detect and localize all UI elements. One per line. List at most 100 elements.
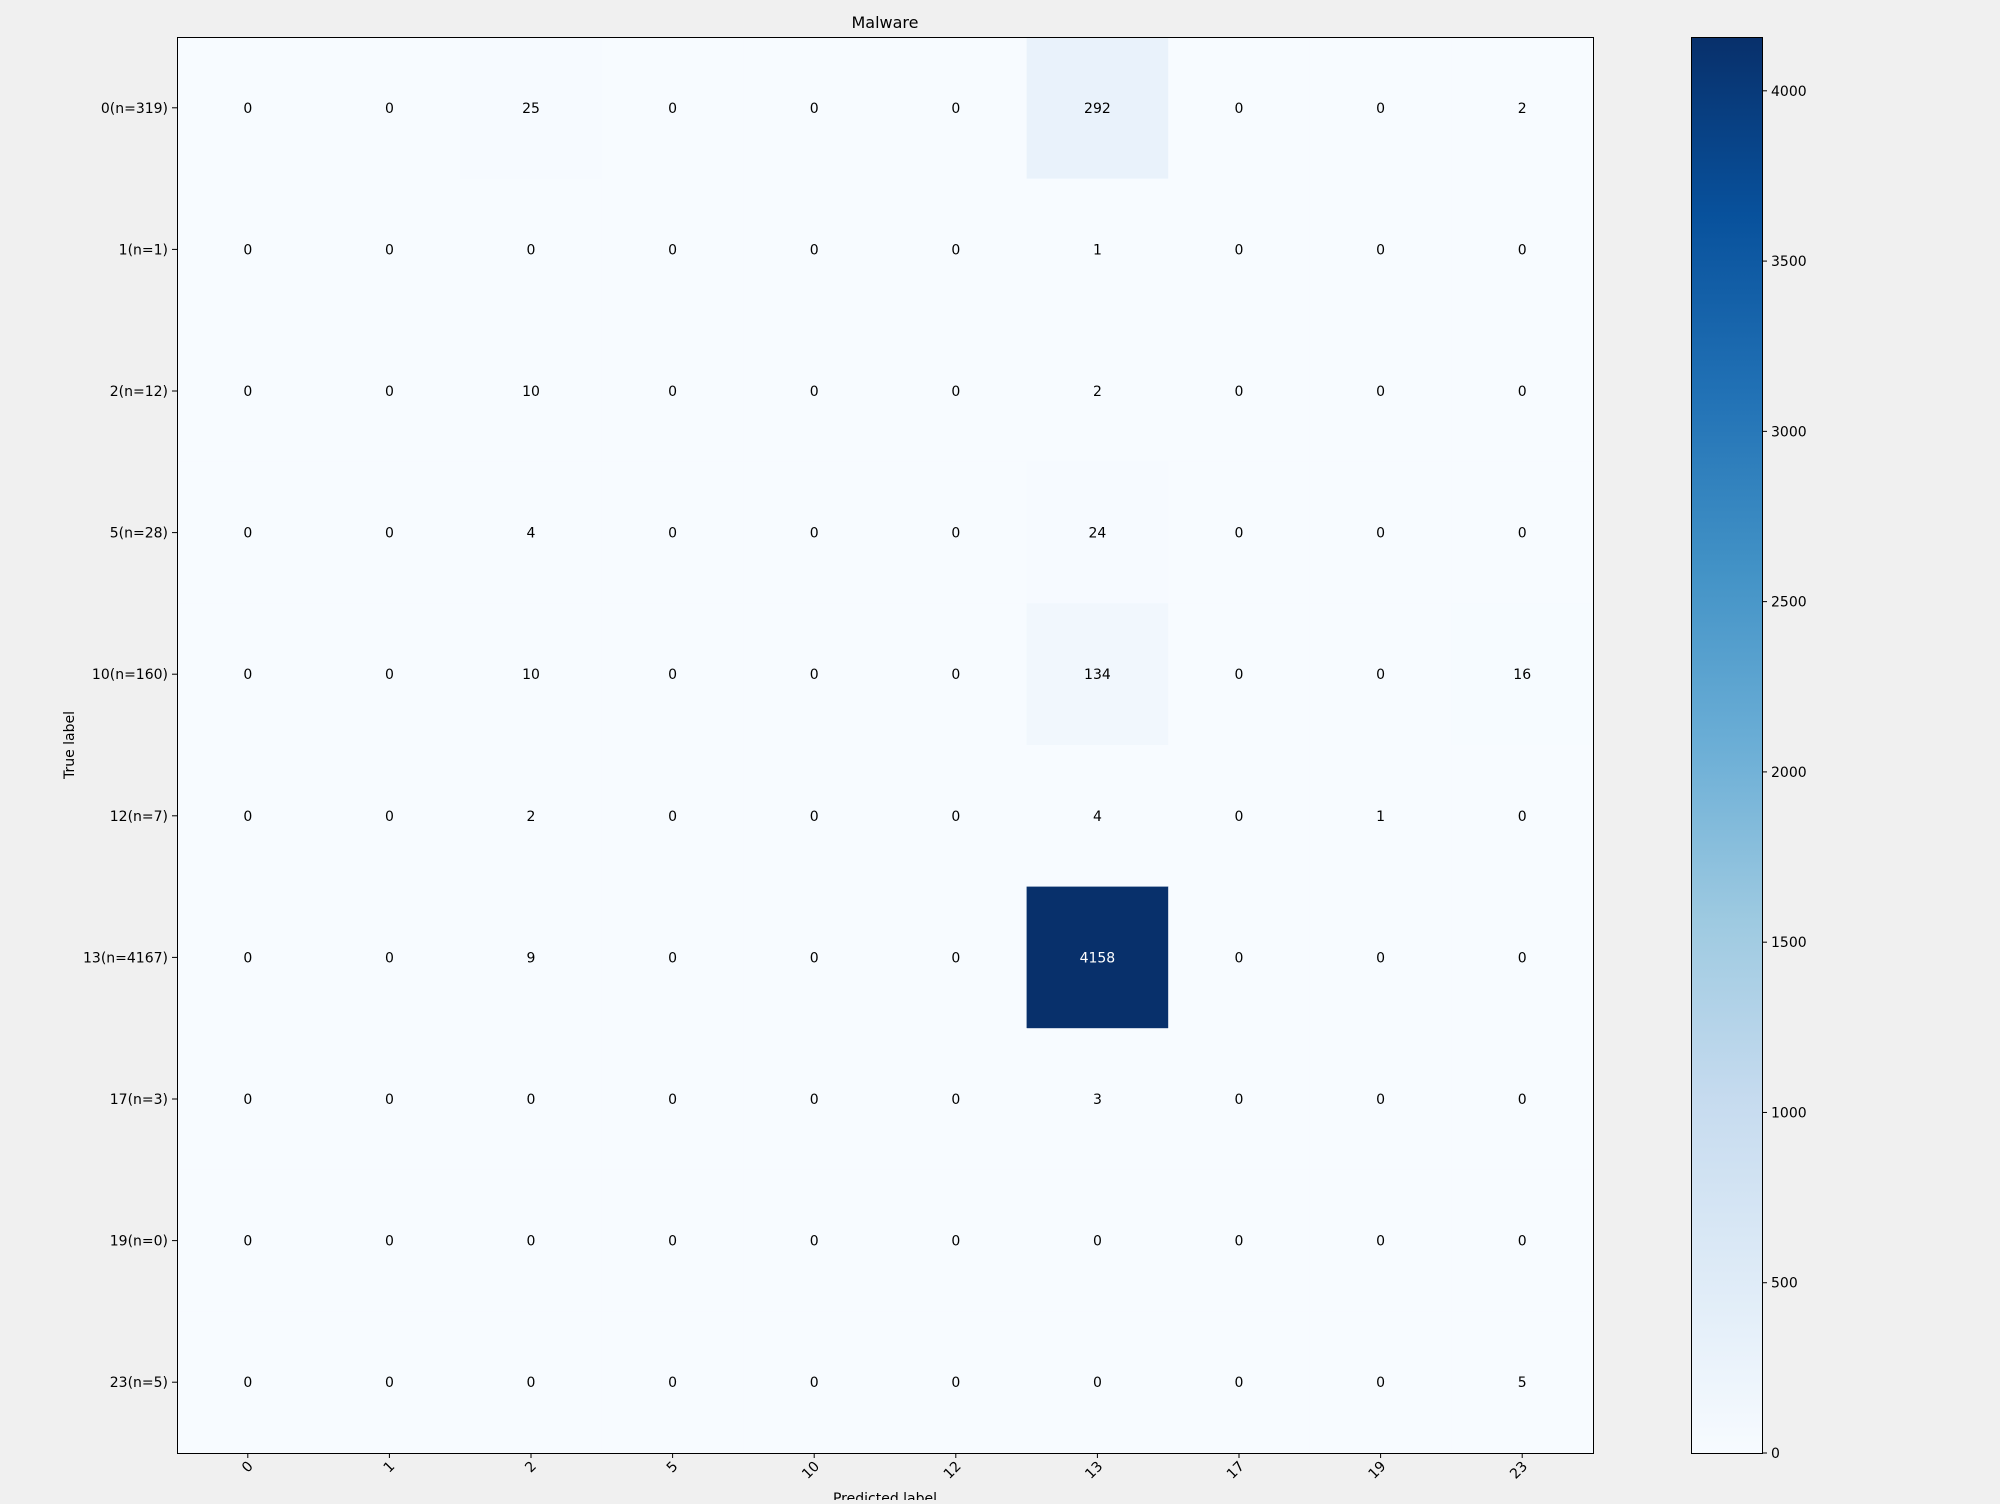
y-tick-label: 5(n=28) — [110, 526, 168, 542]
cell-value-label: 0 — [1235, 526, 1244, 542]
cell-value-label: 0 — [1235, 1092, 1244, 1108]
cell-value-label: 0 — [385, 526, 394, 542]
cell-value-label: 0 — [1235, 667, 1244, 683]
colorbar-tick-label: 2000 — [1771, 765, 1807, 781]
cell-value-label: 0 — [951, 242, 960, 258]
cell-value-label: 0 — [1235, 242, 1244, 258]
cell-value-label: 0 — [1376, 384, 1385, 400]
cell-value-label: 0 — [243, 667, 252, 683]
cell-value-label: 0 — [1376, 950, 1385, 966]
cell-value-label: 0 — [1376, 101, 1385, 117]
cell-value-label: 0 — [810, 1375, 819, 1391]
cell-value-label: 292 — [1084, 101, 1111, 117]
cell-value-label: 0 — [668, 384, 677, 400]
cell-value-label: 5 — [1518, 1375, 1527, 1391]
x-tick-label: 17 — [1224, 1459, 1248, 1483]
colorbar-tick-label: 1000 — [1771, 1105, 1807, 1121]
cell-value-label: 0 — [1093, 1375, 1102, 1391]
cell-value-label: 0 — [243, 1375, 252, 1391]
y-tick-label: 17(n=3) — [110, 1092, 168, 1108]
cell-value-label: 1 — [1093, 242, 1102, 258]
cell-value-label: 0 — [668, 1234, 677, 1250]
cell-value-label: 0 — [385, 950, 394, 966]
x-tick-label: 5 — [664, 1459, 682, 1477]
x-tick-label: 2 — [522, 1459, 540, 1477]
cell-value-label: 0 — [1376, 526, 1385, 542]
y-tick-label: 2(n=12) — [110, 384, 168, 400]
cell-value-label: 0 — [1235, 950, 1244, 966]
cell-value-label: 0 — [668, 1092, 677, 1108]
cell-value-label: 3 — [1093, 1092, 1102, 1108]
cell-value-label: 0 — [527, 242, 536, 258]
y-tick-label: 1(n=1) — [119, 242, 168, 258]
cell-value-label: 0 — [951, 384, 960, 400]
cell-value-label: 0 — [668, 1375, 677, 1391]
cell-value-label: 0 — [1376, 667, 1385, 683]
cell-value-label: 0 — [527, 1234, 536, 1250]
cell-value-label: 0 — [1376, 242, 1385, 258]
cell-value-label: 0 — [951, 667, 960, 683]
cell-value-label: 0 — [1518, 950, 1527, 966]
cell-value-label: 0 — [385, 1234, 394, 1250]
cell-value-label: 2 — [1093, 384, 1102, 400]
cell-value-label: 24 — [1088, 526, 1106, 542]
cell-value-label: 10 — [522, 667, 540, 683]
confusion-matrix-chart: Malware 0 0 25 0 0 0 292 0 0 20 0 0 0 0 0 1 0 0 00 0 10 0 0 0 2 0… — [62, 13, 1807, 1504]
cell-value-label: 0 — [810, 101, 819, 117]
cell-value-label: 0 — [243, 1092, 252, 1108]
cell-value-label: 0 — [951, 950, 960, 966]
cell-value-label: 0 — [1518, 1234, 1527, 1250]
cell-value-label: 0 — [527, 1375, 536, 1391]
cell-value-label: 0 — [385, 1092, 394, 1108]
colorbar-tick-label: 4000 — [1771, 84, 1807, 100]
colorbar-tick-label: 3000 — [1771, 424, 1807, 440]
cell-value-label: 0 — [810, 526, 819, 542]
cell-value-label: 0 — [1376, 1375, 1385, 1391]
cell-value-label: 0 — [1235, 1234, 1244, 1250]
cell-value-label: 0 — [1518, 242, 1527, 258]
cell-value-label: 0 — [243, 809, 252, 825]
cell-value-label: 0 — [1235, 101, 1244, 117]
cell-value-label: 0 — [1093, 1234, 1102, 1250]
confusion-matrix-figure: Malware 0 0 25 0 0 0 292 0 0 2 0 0 0 0 0 0 1 0 0 0 0 0 10 0 0 0 2 0… — [0, 0, 2000, 1504]
cell-value-label: 0 — [1518, 526, 1527, 542]
y-tick-label: 10(n=160) — [92, 667, 168, 683]
cell-value-label: 0 — [810, 1092, 819, 1108]
cell-value-label: 9 — [527, 950, 536, 966]
x-tick-label: 1 — [381, 1459, 399, 1477]
cell-value-label: 0 — [951, 1375, 960, 1391]
y-tick-label: 0(n=319) — [101, 101, 168, 117]
y-axis-label: True label — [62, 711, 78, 780]
y-tick-label: 19(n=0) — [110, 1234, 168, 1250]
cell-value-label: 2 — [1518, 101, 1527, 117]
x-tick-label: 0 — [239, 1459, 257, 1477]
colorbar — [1691, 37, 1763, 1454]
cell-value-label: 0 — [1235, 384, 1244, 400]
cell-value-label: 10 — [522, 384, 540, 400]
x-axis-label: Predicted label — [833, 1491, 937, 1500]
cell-value-label: 0 — [1376, 1234, 1385, 1250]
cell-value-label: 0 — [1235, 1375, 1244, 1391]
cell-value-label: 0 — [668, 526, 677, 542]
cell-value-label: 0 — [951, 526, 960, 542]
cell-value-label: 1 — [1376, 809, 1385, 825]
x-tick-label: 19 — [1366, 1459, 1390, 1483]
colorbar-tick-label: 1500 — [1771, 935, 1807, 951]
cell-value-label: 0 — [1235, 809, 1244, 825]
chart-title: Malware — [851, 13, 918, 32]
y-tick-label: 13(n=4167) — [83, 950, 168, 966]
cell-value-label: 0 — [527, 1092, 536, 1108]
cell-value-label: 0 — [385, 1375, 394, 1391]
cell-value-label: 0 — [810, 384, 819, 400]
cell-value-label: 0 — [243, 101, 252, 117]
cell-value-label: 4158 — [1080, 950, 1116, 966]
cell-value-label: 0 — [385, 101, 394, 117]
cell-value-label: 0 — [1518, 1092, 1527, 1108]
cell-value-label: 0 — [1518, 384, 1527, 400]
cell-value-label: 16 — [1513, 667, 1531, 683]
y-tick-label: 12(n=7) — [110, 809, 168, 825]
cell-value-label: 0 — [668, 242, 677, 258]
cell-value-label: 0 — [243, 526, 252, 542]
cell-value-label: 0 — [810, 1234, 819, 1250]
colorbar-tick-label: 2500 — [1771, 595, 1807, 611]
